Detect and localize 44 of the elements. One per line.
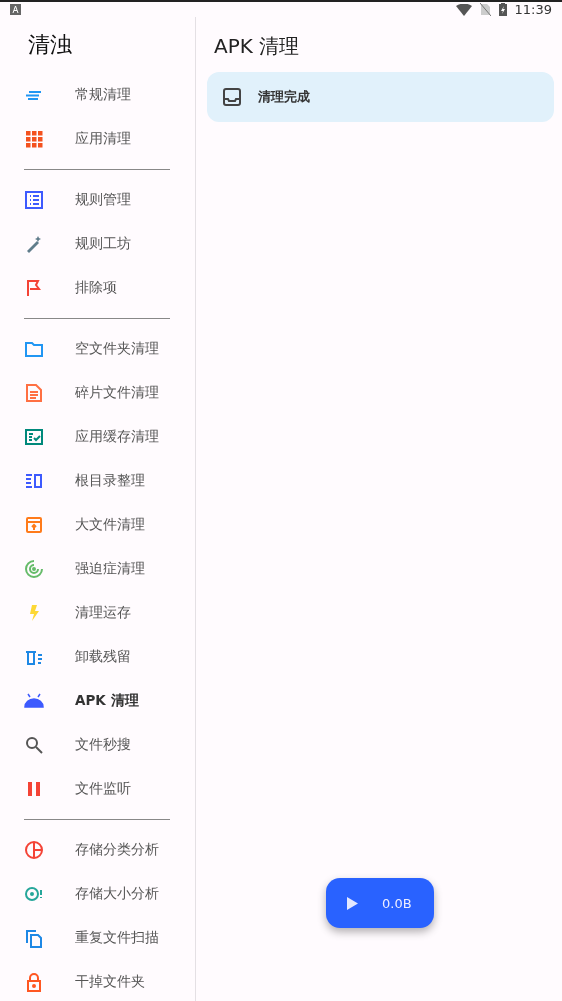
drawer-item[interactable]: APK 清理 <box>0 679 195 723</box>
status-text: 清理完成 <box>258 88 310 106</box>
drawer-item[interactable]: 强迫症清理 <box>0 547 195 591</box>
copy-icon <box>24 928 44 948</box>
drawer-item[interactable]: 排除项 <box>0 266 195 310</box>
drawer-item[interactable]: 根目录整理 <box>0 459 195 503</box>
drawer-item[interactable]: 重复文件扫描 <box>0 916 195 960</box>
play-button[interactable]: 0.0B <box>326 878 434 928</box>
list-icon <box>24 190 44 210</box>
page-title: APK 清理 <box>213 32 301 60</box>
drawer-item[interactable]: 空文件夹清理 <box>0 327 195 371</box>
drawer-item[interactable]: 存储大小分析 <box>0 872 195 916</box>
drawer-item[interactable]: 文件监听 <box>0 767 195 811</box>
radar-icon <box>24 884 44 904</box>
flag-icon <box>24 278 44 298</box>
wifi-icon <box>455 3 472 16</box>
target-icon <box>24 559 44 579</box>
folder-icon <box>24 339 44 359</box>
checklist-icon <box>24 427 44 447</box>
drawer-item[interactable]: 文件秒搜 <box>0 723 195 767</box>
drawer-item[interactable]: 存储分类分析 <box>0 828 195 872</box>
drawer-item[interactable]: 规则管理 <box>0 178 195 222</box>
drawer-item[interactable]: 应用清理 <box>0 117 195 161</box>
search-icon <box>24 735 44 755</box>
inbox-icon <box>223 88 241 106</box>
play-icon <box>346 896 358 910</box>
clock-time: 11:39 <box>514 2 552 17</box>
drawer-title: 清浊 <box>27 31 73 59</box>
drawer-item[interactable]: 大文件清理 <box>0 503 195 547</box>
document-icon <box>24 383 44 403</box>
drawer-item[interactable]: 规则工坊 <box>0 222 195 266</box>
android-icon <box>24 691 44 711</box>
no-sim-icon <box>479 3 491 16</box>
drawer-item[interactable]: 常规清理 <box>0 73 195 117</box>
drawer-item[interactable]: 清理运存 <box>0 591 195 635</box>
drawer-item[interactable]: 碎片文件清理 <box>0 371 195 415</box>
drawer-item[interactable]: 卸载残留 <box>0 635 195 679</box>
columns-icon <box>24 471 44 491</box>
drawer-item[interactable]: 干掉文件夹 <box>0 960 195 1001</box>
lock-icon <box>24 972 44 992</box>
pie-chart-icon <box>24 840 44 860</box>
drawer-item[interactable]: 应用缓存清理 <box>0 415 195 459</box>
grid-icon <box>24 129 44 149</box>
archive-icon <box>24 515 44 535</box>
